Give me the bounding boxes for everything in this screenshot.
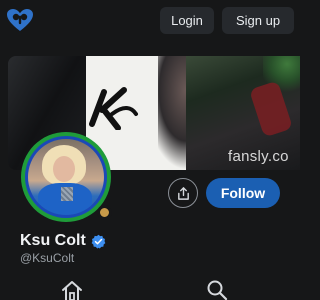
share-icon [177,186,189,200]
avatar-image [28,139,104,215]
banner-logo-mark [89,87,138,130]
online-status-dot-icon [97,205,112,220]
share-button[interactable] [168,178,198,208]
verified-badge-icon [91,234,106,248]
username-handle: @KsuColt [20,251,75,265]
avatar-image-censor [61,187,73,201]
avatar-border [25,136,107,218]
avatar-image-face [53,156,75,182]
banner-watermark: fansly.co [228,148,289,165]
profile-name-row: Ksu Colt [20,232,106,250]
follow-button[interactable]: Follow [206,178,280,208]
home-icon[interactable] [61,280,83,300]
fansly-logo-icon[interactable] [6,8,34,32]
login-button[interactable]: Login [160,7,214,34]
sign-up-button[interactable]: Sign up [222,7,294,34]
display-name: Ksu Colt [20,232,86,249]
search-icon[interactable] [206,279,228,300]
